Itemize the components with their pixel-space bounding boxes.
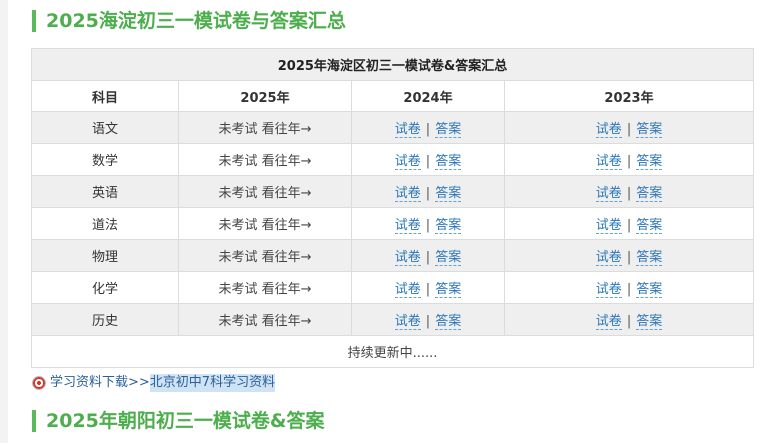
download-link[interactable]: 北京初中7科学习资料	[149, 374, 276, 392]
cell-2025: 未考试 看往年→	[178, 175, 352, 208]
header-2024: 2024年	[351, 80, 505, 112]
exam-paper-link[interactable]: 试卷	[595, 282, 622, 298]
link-separator: |	[626, 314, 632, 329]
subject-cell: 道法	[31, 207, 179, 240]
section-title-haidian: 2025海淀初三一模试卷与答案汇总	[32, 10, 346, 32]
answer-link[interactable]: 答案	[636, 314, 663, 330]
exam-paper-link[interactable]: 试卷	[595, 154, 622, 170]
answer-link[interactable]: 答案	[435, 250, 462, 266]
answer-link[interactable]: 答案	[636, 218, 663, 234]
cell-2024: 试卷 | 答案	[351, 239, 505, 272]
not-tested-text: 未考试 看往年→	[218, 122, 312, 137]
link-separator: |	[425, 122, 431, 137]
subject-cell: 物理	[31, 239, 179, 272]
table-row: 化学 未考试 看往年→ 试卷 | 答案 试卷 | 答案	[31, 271, 755, 304]
download-prefix: 学习资料下载>>	[50, 375, 150, 390]
answer-link[interactable]: 答案	[636, 282, 663, 298]
cell-2025: 未考试 看往年→	[178, 303, 352, 336]
cell-2023: 试卷 | 答案	[503, 239, 755, 272]
link-separator: |	[626, 186, 632, 201]
answer-link[interactable]: 答案	[435, 314, 462, 330]
link-separator: |	[425, 186, 431, 201]
link-separator: |	[626, 282, 632, 297]
cell-2025: 未考试 看往年→	[178, 207, 352, 240]
page-left-border	[0, 0, 8, 443]
link-separator: |	[626, 218, 632, 233]
link-separator: |	[626, 154, 632, 169]
cell-2025: 未考试 看往年→	[178, 143, 352, 176]
table-row: 道法 未考试 看往年→ 试卷 | 答案 试卷 | 答案	[31, 207, 755, 240]
cell-2024: 试卷 | 答案	[351, 175, 505, 208]
cell-2024: 试卷 | 答案	[351, 271, 505, 304]
table-row: 英语 未考试 看往年→ 试卷 | 答案 试卷 | 答案	[31, 175, 755, 208]
exam-paper-link[interactable]: 试卷	[595, 314, 622, 330]
not-tested-text: 未考试 看往年→	[218, 218, 312, 233]
download-line: 学习资料下载>> 北京初中7科学习资料	[32, 374, 276, 392]
exam-paper-link[interactable]: 试卷	[595, 186, 622, 202]
subject-cell: 历史	[31, 303, 179, 336]
exam-paper-link[interactable]: 试卷	[394, 186, 421, 202]
link-separator: |	[626, 250, 632, 265]
cell-2025: 未考试 看往年→	[178, 111, 352, 144]
table-row: 语文 未考试 看往年→ 试卷 | 答案 试卷 | 答案	[31, 111, 755, 144]
link-separator: |	[626, 122, 632, 137]
cell-2024: 试卷 | 答案	[351, 303, 505, 336]
section-title-chaoyang: 2025年朝阳初三一模试卷&答案	[32, 410, 324, 432]
cell-2023: 试卷 | 答案	[503, 111, 755, 144]
subject-cell: 英语	[31, 175, 179, 208]
subject-cell: 化学	[31, 271, 179, 304]
exam-paper-link[interactable]: 试卷	[394, 122, 421, 138]
exam-paper-link[interactable]: 试卷	[394, 282, 421, 298]
cell-2024: 试卷 | 答案	[351, 143, 505, 176]
table-row: 数学 未考试 看往年→ 试卷 | 答案 试卷 | 答案	[31, 143, 755, 176]
answer-link[interactable]: 答案	[636, 154, 663, 170]
exam-paper-link[interactable]: 试卷	[595, 218, 622, 234]
cell-2023: 试卷 | 答案	[503, 175, 755, 208]
exam-paper-link[interactable]: 试卷	[394, 218, 421, 234]
subject-cell: 数学	[31, 143, 179, 176]
exam-paper-link[interactable]: 试卷	[595, 250, 622, 266]
answer-link[interactable]: 答案	[636, 122, 663, 138]
answer-link[interactable]: 答案	[636, 186, 663, 202]
cell-2023: 试卷 | 答案	[503, 271, 755, 304]
cell-2023: 试卷 | 答案	[503, 207, 755, 240]
answer-link[interactable]: 答案	[435, 154, 462, 170]
cell-2024: 试卷 | 答案	[351, 207, 505, 240]
cell-2023: 试卷 | 答案	[503, 303, 755, 336]
not-tested-text: 未考试 看往年→	[218, 282, 312, 297]
link-separator: |	[425, 154, 431, 169]
link-separator: |	[425, 250, 431, 265]
link-separator: |	[425, 218, 431, 233]
answer-link[interactable]: 答案	[435, 218, 462, 234]
answer-link[interactable]: 答案	[435, 186, 462, 202]
not-tested-text: 未考试 看往年→	[218, 314, 312, 329]
cell-2023: 试卷 | 答案	[503, 143, 755, 176]
table-footer: 持续更新中......	[30, 335, 755, 368]
table-caption: 2025年海淀区初三一模试卷&答案汇总	[30, 48, 755, 81]
answer-link[interactable]: 答案	[636, 250, 663, 266]
not-tested-text: 未考试 看往年→	[218, 250, 312, 265]
exam-paper-link[interactable]: 试卷	[394, 154, 421, 170]
target-icon	[32, 376, 46, 390]
exam-summary-table: 2025年海淀区初三一模试卷&答案汇总 科目 2025年 2024年 2023年…	[30, 48, 755, 368]
header-subject: 科目	[31, 80, 179, 112]
table-row: 历史 未考试 看往年→ 试卷 | 答案 试卷 | 答案	[31, 303, 755, 336]
not-tested-text: 未考试 看往年→	[218, 186, 312, 201]
cell-2025: 未考试 看往年→	[178, 271, 352, 304]
cell-2024: 试卷 | 答案	[351, 111, 505, 144]
not-tested-text: 未考试 看往年→	[218, 154, 312, 169]
cell-2025: 未考试 看往年→	[178, 239, 352, 272]
answer-link[interactable]: 答案	[435, 122, 462, 138]
header-2025: 2025年	[178, 80, 352, 112]
exam-paper-link[interactable]: 试卷	[394, 314, 421, 330]
link-separator: |	[425, 314, 431, 329]
exam-paper-link[interactable]: 试卷	[595, 122, 622, 138]
header-2023: 2023年	[503, 80, 755, 112]
link-separator: |	[425, 282, 431, 297]
table-row: 物理 未考试 看往年→ 试卷 | 答案 试卷 | 答案	[31, 239, 755, 272]
exam-paper-link[interactable]: 试卷	[394, 250, 421, 266]
subject-cell: 语文	[31, 111, 179, 144]
answer-link[interactable]: 答案	[435, 282, 462, 298]
